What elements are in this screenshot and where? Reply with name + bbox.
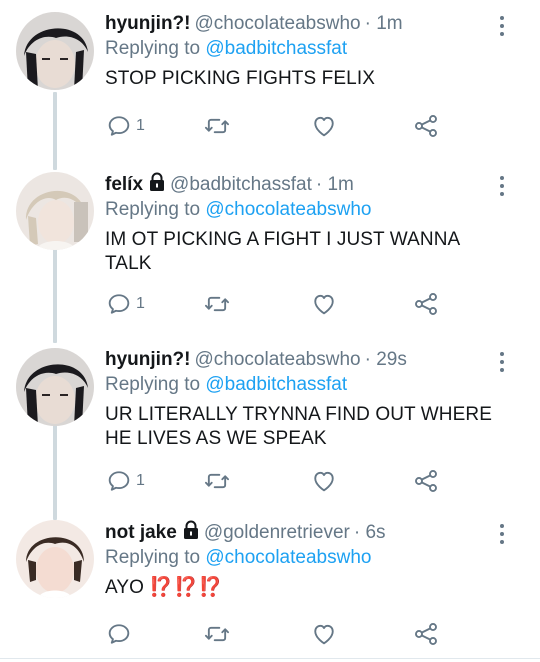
retweet-icon — [204, 296, 230, 312]
handle[interactable]: @badbitchassfat — [170, 174, 312, 195]
like-button[interactable] — [310, 112, 338, 140]
more-vertical-icon[interactable] — [498, 16, 506, 40]
avatar[interactable] — [16, 172, 94, 250]
tweet[interactable]: hyunjin?! @chocolateabswho · 29s Replying … — [0, 336, 540, 508]
replying-label: Replying to — [105, 374, 201, 395]
share-icon — [415, 470, 437, 492]
retweet-button[interactable] — [203, 620, 231, 648]
replying-label: Replying to — [105, 199, 201, 220]
display-name[interactable]: not jake — [105, 522, 177, 543]
like-button[interactable] — [310, 290, 338, 318]
lock-icon — [183, 520, 198, 539]
interrobang-emoji: ⁉️⁉️⁉️ — [149, 577, 224, 598]
replying-to: Replying to @chocolateabswho — [105, 546, 494, 570]
reply-button[interactable]: 1 — [105, 290, 145, 318]
timestamp[interactable]: · 6s — [354, 522, 386, 543]
handle[interactable]: @chocolateabswho — [194, 13, 360, 34]
avatar[interactable] — [16, 12, 94, 90]
tweet[interactable]: hyunjin?! @chocolateabswho · 1m Replying t… — [0, 0, 540, 160]
more-vertical-icon[interactable] — [498, 524, 506, 548]
timestamp[interactable]: · 1m — [365, 13, 403, 34]
heart-icon — [314, 116, 334, 137]
avatar[interactable] — [16, 520, 94, 598]
more-vertical-icon[interactable] — [498, 176, 506, 200]
retweet-icon — [204, 626, 230, 642]
heart-icon — [314, 471, 334, 492]
like-button[interactable] — [310, 620, 338, 648]
tweet[interactable]: not jake @goldenretriever · 6s Replying to… — [0, 508, 540, 662]
action-bar — [105, 620, 465, 648]
action-bar: 1 — [105, 290, 465, 318]
share-icon — [415, 293, 437, 315]
action-bar: 1 — [105, 467, 465, 495]
tweet-text: STOP PICKING FIGHTS FELIX — [105, 68, 375, 89]
reply-count: 1 — [136, 295, 145, 312]
share-button[interactable] — [412, 112, 440, 140]
mention-link[interactable]: @chocolateabswho — [205, 547, 371, 568]
replying-label: Replying to — [105, 38, 201, 59]
mention-link[interactable]: @chocolateabswho — [205, 199, 371, 220]
replying-label: Replying to — [105, 547, 201, 568]
reply-icon — [108, 294, 130, 314]
more-vertical-icon[interactable] — [498, 352, 506, 376]
mention-link[interactable]: @badbitchassfat — [205, 38, 347, 59]
reply-icon — [108, 624, 130, 644]
tweet-text-block: AYO ⁉️⁉️⁉️ — [105, 576, 494, 600]
tweet-text: UR LITERALLY TRYNNA FIND OUT WHERE HE LI… — [105, 404, 492, 449]
share-button[interactable] — [412, 467, 440, 495]
share-button[interactable] — [412, 620, 440, 648]
reply-icon — [108, 471, 130, 491]
mention-link[interactable]: @badbitchassfat — [205, 374, 347, 395]
retweet-button[interactable] — [203, 290, 231, 318]
heart-icon — [314, 624, 334, 645]
reply-icon — [108, 116, 130, 136]
lock-icon — [150, 172, 165, 191]
retweet-icon — [204, 118, 230, 134]
like-button[interactable] — [310, 467, 338, 495]
retweet-button[interactable] — [203, 112, 231, 140]
reply-count: 1 — [136, 472, 145, 489]
share-button[interactable] — [412, 290, 440, 318]
handle[interactable]: @goldenretriever — [204, 522, 350, 543]
reply-button[interactable]: 1 — [105, 467, 145, 495]
replying-to: Replying to @badbitchassfat — [105, 373, 494, 397]
display-name[interactable]: felíx — [105, 174, 143, 195]
tweet[interactable]: felíx @badbitchassfat · 1m Replying to @ch… — [0, 160, 540, 336]
timestamp[interactable]: · 29s — [365, 349, 407, 370]
avatar[interactable] — [16, 348, 94, 426]
retweet-button[interactable] — [203, 467, 231, 495]
share-icon — [415, 623, 437, 645]
reply-button[interactable]: 1 — [105, 112, 145, 140]
action-bar: 1 — [105, 112, 465, 140]
reply-button[interactable] — [105, 620, 136, 648]
retweet-icon — [204, 473, 230, 489]
replying-to: Replying to @badbitchassfat — [105, 37, 494, 61]
reply-count: 1 — [136, 117, 145, 134]
bottom-divider — [0, 658, 540, 659]
handle[interactable]: @chocolateabswho — [194, 349, 360, 370]
share-icon — [415, 115, 437, 137]
tweet-text: IM OT PICKING A FIGHT I JUST WANNA TALK — [105, 229, 460, 274]
display-name[interactable]: hyunjin?! — [105, 349, 190, 370]
timestamp[interactable]: · 1m — [316, 174, 354, 195]
replying-to: Replying to @chocolateabswho — [105, 198, 494, 222]
heart-icon — [314, 294, 334, 315]
tweet-text: AYO — [105, 577, 145, 598]
display-name[interactable]: hyunjin?! — [105, 13, 190, 34]
